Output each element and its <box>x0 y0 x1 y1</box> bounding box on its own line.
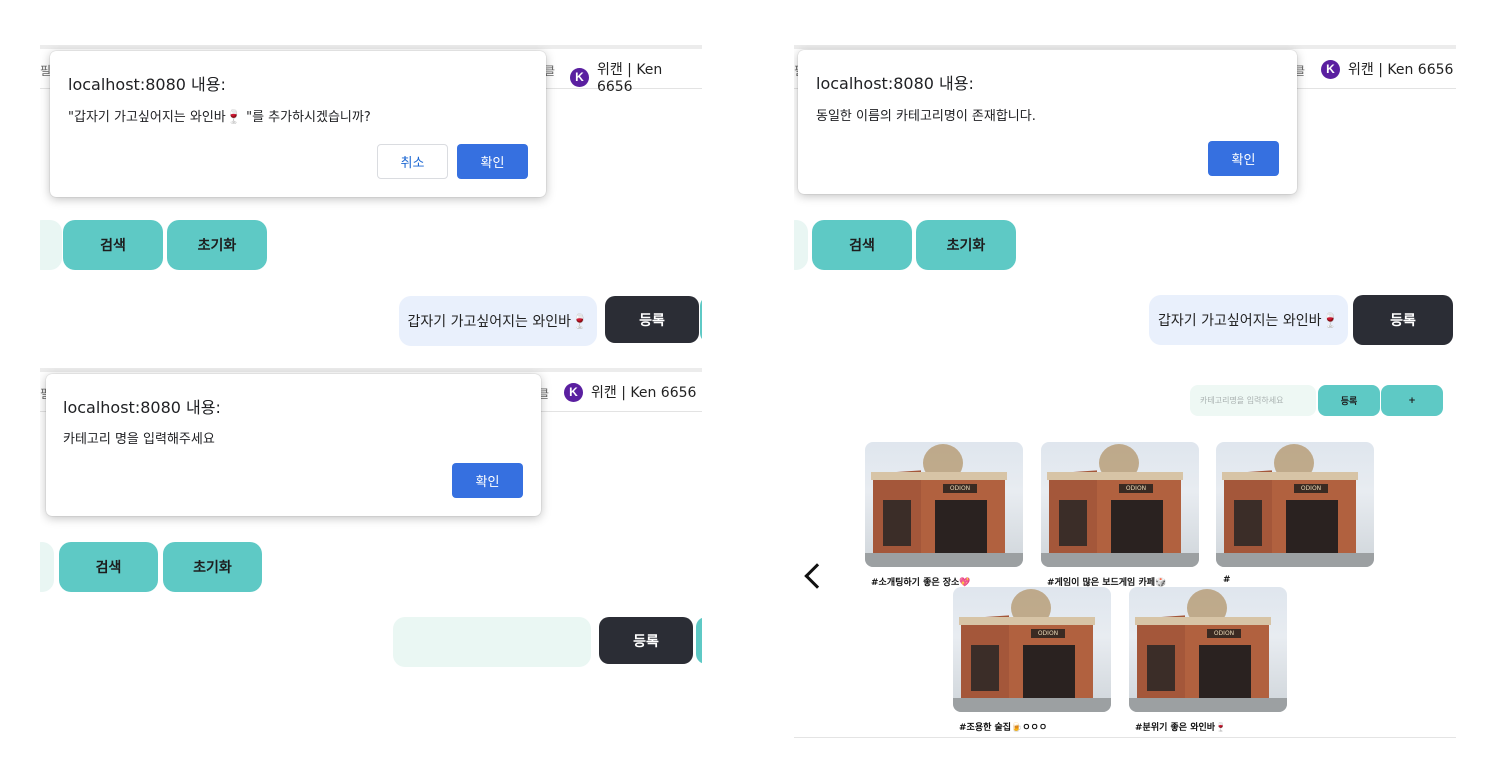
category-card[interactable]: ODION <box>1216 442 1374 567</box>
search-button[interactable]: 검색 <box>63 220 163 270</box>
category-photo: ODION <box>865 442 1023 567</box>
cancel-button[interactable]: 취소 <box>377 144 448 179</box>
reset-button[interactable]: 초기화 <box>916 220 1016 270</box>
user-label: 위캔 | Ken 6656 <box>591 385 697 401</box>
user-menu[interactable]: K 위캔 | Ken 6656 <box>570 59 702 95</box>
user-label: 위캔 | Ken 6656 <box>1348 62 1454 78</box>
search-input-edge[interactable] <box>40 542 54 592</box>
search-button[interactable]: 검색 <box>812 220 912 270</box>
dialog-title: localhost:8080 내용: <box>68 75 226 94</box>
category-name-input[interactable] <box>393 617 591 667</box>
ok-button[interactable]: 확인 <box>452 463 523 498</box>
category-photo: ODION <box>953 587 1111 712</box>
register-button[interactable]: 등록 <box>1353 295 1453 345</box>
reset-button[interactable]: 초기화 <box>163 542 262 592</box>
category-name-input[interactable]: 갑자기 가고싶어지는 와인바🍷 <box>1149 295 1348 345</box>
chevron-left-icon[interactable] <box>804 563 830 589</box>
category-register-button[interactable]: 등록 <box>1318 385 1380 416</box>
next-button-edge[interactable] <box>696 617 702 664</box>
brand-logo-icon: K <box>1321 59 1340 79</box>
search-button[interactable]: 검색 <box>59 542 158 592</box>
dialog-title: localhost:8080 내용: <box>816 74 974 93</box>
alert-dialog: localhost:8080 내용: 카테고리 명을 입력해주세요 확인 <box>46 374 541 516</box>
search-input-edge[interactable] <box>40 220 62 270</box>
dialog-message: 동일한 이름의 카테고리명이 존재합니다. <box>816 109 1036 124</box>
alert-dialog: localhost:8080 내용: 동일한 이름의 카테고리명이 존재합니다.… <box>798 50 1297 194</box>
user-menu[interactable]: K 위캔 | Ken 6656 <box>564 382 696 402</box>
brand-logo-icon: K <box>564 382 583 402</box>
panel-duplicate: 필 클 K 위캔 | Ken 6656 검색 초기화 갑자기 가고싶어지는 와인… <box>794 45 1456 740</box>
category-photo: ODION <box>1216 442 1374 567</box>
register-button[interactable]: 등록 <box>605 296 699 343</box>
brand-logo-icon: K <box>570 67 589 87</box>
add-category-button[interactable]: + <box>1381 385 1443 416</box>
category-caption: #조용한 술집🍺ㅇㅇㅇ <box>959 723 1048 733</box>
category-input[interactable]: 카테고리명을 입력하세요 <box>1190 385 1316 416</box>
category-caption: # <box>1223 575 1231 585</box>
category-card[interactable]: ODION <box>865 442 1023 567</box>
category-name-input[interactable]: 갑자기 가고싶어지는 와인바🍷 <box>399 296 597 346</box>
panel-confirm-add: 필름 클 K 위캔 | Ken 6656 검색 초기화 갑자기 가고싶어지는 와… <box>40 45 702 355</box>
category-card[interactable]: ODION <box>953 587 1111 712</box>
dialog-message: "갑자기 가고싶어지는 와인바🍷 "를 추가하시겠습니까? <box>68 110 371 125</box>
reset-button[interactable]: 초기화 <box>167 220 267 270</box>
dialog-message: 카테고리 명을 입력해주세요 <box>63 432 215 447</box>
panel-empty-name: 필 클 K 위캔 | Ken 6656 검색 초기화 등록 localhost:… <box>40 368 702 688</box>
user-menu[interactable]: K 위캔 | Ken 6656 <box>1321 59 1453 79</box>
category-photo: ODION <box>1041 442 1199 567</box>
category-card[interactable]: ODION <box>1129 587 1287 712</box>
next-button-edge[interactable] <box>700 296 702 343</box>
category-photo: ODION <box>1129 587 1287 712</box>
dialog-title: localhost:8080 내용: <box>63 398 221 417</box>
search-input-edge[interactable] <box>794 220 808 270</box>
register-button[interactable]: 등록 <box>599 617 693 664</box>
ok-button[interactable]: 확인 <box>457 144 528 179</box>
divider <box>794 737 1456 738</box>
confirm-dialog: localhost:8080 내용: "갑자기 가고싶어지는 와인바🍷 "를 추… <box>50 51 546 197</box>
category-card[interactable]: ODION <box>1041 442 1199 567</box>
category-caption: #분위기 좋은 와인바🍷 <box>1135 723 1227 733</box>
user-label: 위캔 | Ken 6656 <box>596 62 663 95</box>
ok-button[interactable]: 확인 <box>1208 141 1279 176</box>
